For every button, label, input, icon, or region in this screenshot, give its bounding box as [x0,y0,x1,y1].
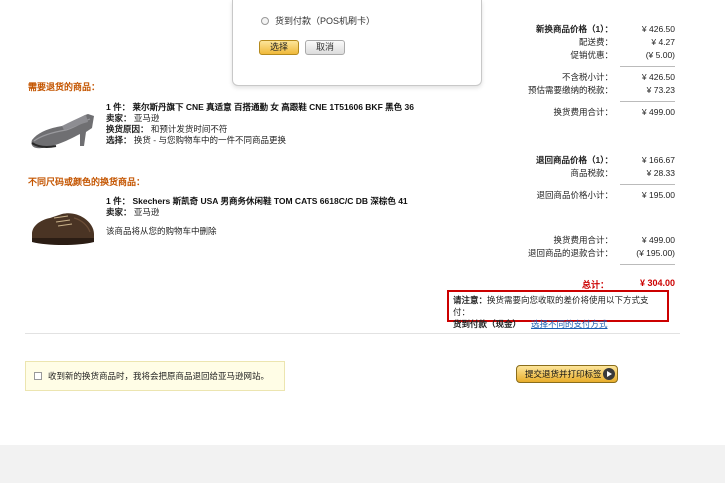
reason-label: 换货原因： [106,124,149,134]
reason-value: 和预计发货时间不符 [150,124,228,134]
casual-shoe-image [32,213,94,245]
cancel-button[interactable]: 取消 [305,40,345,55]
item-tax-label: 商品税款： [570,168,613,178]
exchange-total2-label: 换货费用合计： [553,235,613,245]
choice-value: 换货 - 与您购物车中的一件不同商品更换 [133,135,286,145]
return-item-name: 1 件： 莱尔斯丹旗下 CNE 真适意 百搭通勤 女 高跟鞋 CNE 1T516… [106,102,414,112]
shipping-label: 配送费： [578,37,613,47]
return-subtotal-label: 退回商品价格小计： [536,190,613,200]
return-confirm-checkbox[interactable] [34,372,42,380]
heel-shoe-image [31,114,94,149]
exchange-total-label: 换货费用合计： [553,107,613,117]
exchange-item-name: 1 件： Skechers 斯凯奇 USA 男商务休闲鞋 TOM CATS 66… [106,196,408,206]
arrow-right-icon [603,368,615,380]
return-confirm-box: 收到新的换货商品时，我将会把原商品退回给亚马逊网站。 [25,361,285,391]
est-tax-value: ¥ 73.23 [646,85,675,95]
payment-option-pos[interactable]: 货到付款（POS机刷卡） [261,14,375,27]
est-tax-label: 预估需要缴纳的税款： [527,85,613,95]
radio-button[interactable] [261,16,269,25]
notice-prefix: 请注意： [453,295,488,305]
seller-label: 卖家： [106,113,132,123]
exchange-total2-value: ¥ 499.00 [641,235,675,245]
shipping-value: ¥ 4.27 [651,37,675,47]
refund-total-value: (¥ 195.00) [636,248,675,258]
divider [620,66,675,67]
cart-removal-note: 该商品将从您的购物车中删除 [106,226,217,236]
seller-label: 卖家： [106,207,132,217]
divider [620,101,675,102]
return-price-label: 退回商品价格（1）： [536,155,613,165]
divider [620,184,675,185]
payment-method-popup: 货到付款（POS机刷卡） 选择 取消 [232,0,482,86]
select-button[interactable]: 选择 [259,40,299,55]
divider [25,333,680,334]
return-subtotal-value: ¥ 195.00 [641,190,675,200]
choice-label: 选择： [106,135,132,145]
new-price-value: ¥ 426.50 [641,24,675,34]
item-tax-value: ¥ 28.33 [646,168,675,178]
exchange-section-title: 不同尺码或颜色的换货商品： [28,177,146,187]
change-payment-link[interactable]: 选择不同的支付方式 [531,319,608,329]
seller-value: 亚马逊 [133,113,160,123]
submit-return-button[interactable]: 提交退货并打印标签 [516,365,618,383]
return-section-title: 需要退货的商品： [28,82,101,92]
divider [620,264,675,265]
new-price-label: 新换商品价格（1）： [536,24,613,34]
return-confirm-label: 收到新的换货商品时，我将会把原商品退回给亚马逊网站。 [48,371,270,381]
promo-label: 促销优惠： [570,50,613,60]
payment-method-value: 货到付款（现金） [453,319,522,329]
return-price-value: ¥ 166.67 [641,155,675,165]
payment-option-label: 货到付款（POS机刷卡） [275,16,376,26]
exchange-total-value: ¥ 499.00 [641,107,675,117]
payment-notice-box: 请注意：换货需要向您收取的差价将使用以下方式支付： 货到付款（现金） 选择不同的支… [447,290,669,329]
footer-band [0,445,725,483]
price-summary-final: 换货费用合计： ¥ 499.00 退回商品的退款合计： (¥ 195.00) [490,234,675,265]
pretax-label: 不含税小计： [561,72,613,82]
promo-value: (¥ 5.00) [645,50,675,60]
price-summary-top: 新换商品价格（1）： ¥ 426.50 配送费： ¥ 4.27 促销优惠： (¥ 5.… [490,23,675,119]
seller-value: 亚马逊 [133,207,160,217]
price-summary-return: 退回商品价格（1）： ¥ 166.67 商品税款： ¥ 28.33 退回商品价格小计… [490,154,675,202]
pretax-value: ¥ 426.50 [641,72,675,82]
submit-return-label: 提交退货并打印标签 [525,369,602,379]
refund-total-label: 退回商品的退款合计： [527,248,613,258]
